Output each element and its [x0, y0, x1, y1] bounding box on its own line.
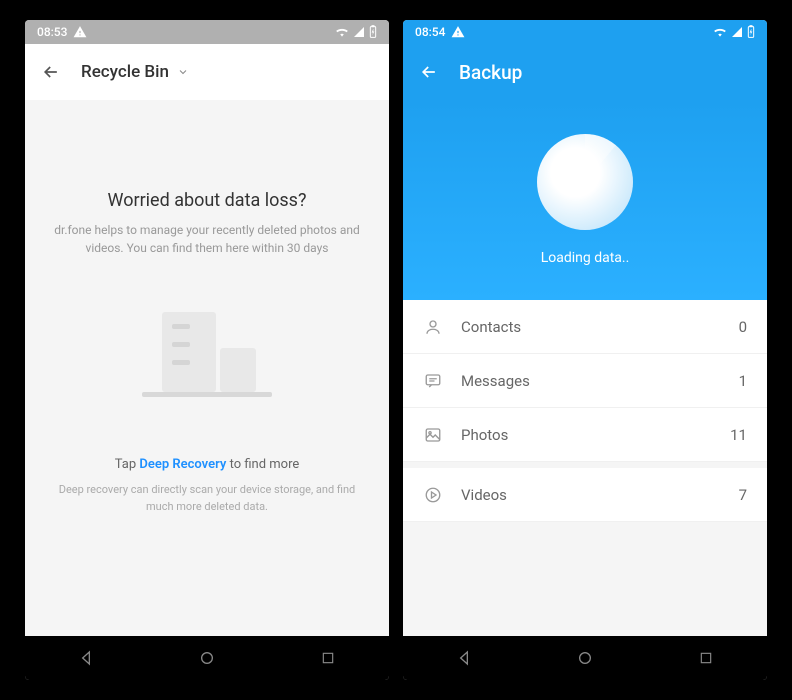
back-button[interactable]: [419, 62, 439, 82]
item-count: 11: [730, 426, 747, 444]
deep-recovery-prompt: Tap Deep Recovery to find more: [115, 457, 300, 472]
list-item-videos[interactable]: Videos 7: [403, 468, 767, 522]
status-bar: 08:54: [403, 20, 767, 44]
app-title: Backup: [459, 61, 522, 84]
item-label: Photos: [461, 426, 712, 444]
signal-icon: [353, 26, 365, 38]
wifi-icon: [713, 26, 727, 38]
status-time: 08:53: [37, 25, 67, 39]
nav-back-button[interactable]: [454, 648, 474, 668]
deep-recovery-desc: Deep recovery can directly scan your dev…: [45, 482, 369, 515]
status-bar: 08:53: [25, 20, 389, 44]
backup-list: Contacts 0 Messages 1 Photos 11 Videos 7: [403, 300, 767, 636]
item-label: Messages: [461, 372, 721, 390]
nav-recents-button[interactable]: [696, 648, 716, 668]
status-time: 08:54: [415, 25, 445, 39]
signal-icon: [731, 26, 743, 38]
video-icon: [423, 486, 443, 504]
nav-home-button[interactable]: [197, 648, 217, 668]
sub-text: dr.fone helps to manage your recently de…: [45, 221, 369, 257]
android-nav-bar: [25, 636, 389, 680]
list-item-messages[interactable]: Messages 1: [403, 354, 767, 408]
battery-icon: [747, 25, 755, 39]
item-count: 0: [739, 318, 747, 336]
photo-icon: [423, 426, 443, 444]
app-bar: Recycle Bin: [25, 44, 389, 100]
item-label: Contacts: [461, 318, 721, 336]
warning-icon: [451, 25, 465, 39]
wifi-icon: [335, 26, 349, 38]
nav-back-button[interactable]: [76, 648, 96, 668]
phone-recycle-bin: 08:53 Recycle Bin W: [25, 20, 389, 680]
loading-text: Loading data..: [541, 250, 630, 266]
deep-recovery-link[interactable]: Deep Recovery: [139, 457, 226, 472]
message-icon: [423, 372, 443, 390]
item-count: 7: [739, 486, 747, 504]
list-item-contacts[interactable]: Contacts 0: [403, 300, 767, 354]
title-dropdown[interactable]: Recycle Bin: [81, 62, 189, 82]
android-nav-bar: [403, 636, 767, 680]
app-bar: Backup: [403, 44, 767, 100]
battery-icon: [369, 25, 377, 39]
phone-backup: 08:54 Backup Loading data..: [403, 20, 767, 680]
back-button[interactable]: [41, 62, 61, 82]
main-content: Worried about data loss? dr.fone helps t…: [25, 100, 389, 636]
nav-home-button[interactable]: [575, 648, 595, 668]
heading: Worried about data loss?: [108, 190, 307, 211]
warning-icon: [73, 25, 87, 39]
app-title: Recycle Bin: [81, 62, 169, 82]
item-label: Videos: [461, 486, 721, 504]
loading-pie-icon: [537, 134, 633, 230]
list-item-photos[interactable]: Photos 11: [403, 408, 767, 462]
hero-section: Loading data..: [403, 100, 767, 300]
item-count: 1: [739, 372, 747, 390]
empty-illustration: [142, 297, 272, 407]
chevron-down-icon: [177, 66, 189, 78]
contact-icon: [423, 318, 443, 336]
nav-recents-button[interactable]: [318, 648, 338, 668]
